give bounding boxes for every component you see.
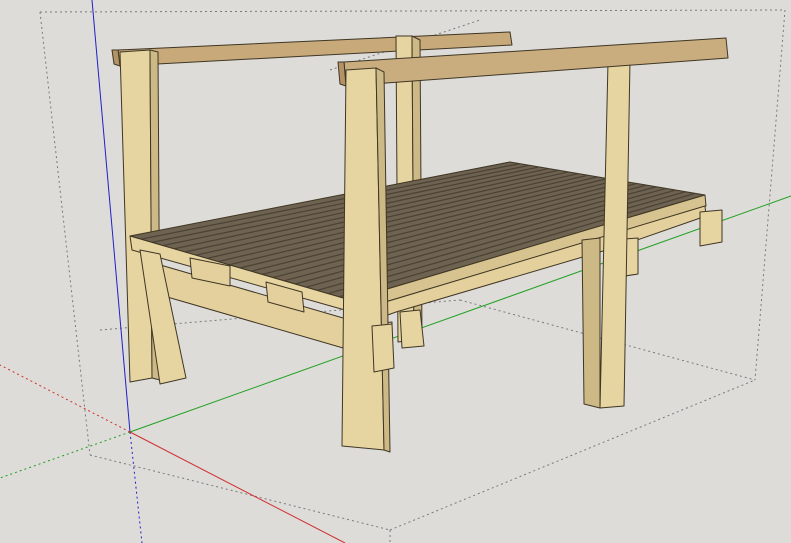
front-post-bracket[interactable]: [371, 323, 395, 373]
back-top-rail-end: [111, 49, 121, 67]
red-axis-negative: [0, 364, 131, 433]
right-back-post-side: [581, 237, 601, 409]
right-back-post[interactable]: [599, 59, 631, 409]
blue-axis-negative: [129, 431, 143, 543]
sketchup-3d-viewport[interactable]: [0, 0, 791, 543]
beam-stub-right[interactable]: [699, 209, 723, 247]
red-axis: [129, 431, 346, 543]
model-scene[interactable]: [0, 0, 791, 543]
front-top-rail-end: [337, 61, 347, 87]
green-axis-negative: [0, 431, 131, 479]
wood-model[interactable]: [111, 31, 729, 453]
left-back-post[interactable]: [119, 49, 153, 383]
center-back-leg[interactable]: [399, 309, 425, 349]
